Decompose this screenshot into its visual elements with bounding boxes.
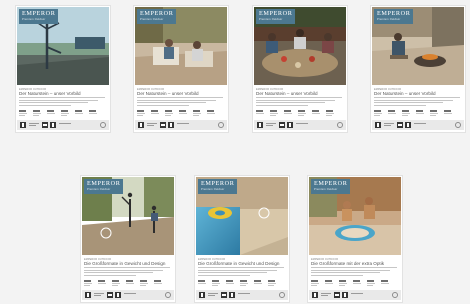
poster-body-copy [19, 97, 105, 107]
poster-headline: Die Großformate in Gewicht und Design [198, 261, 280, 266]
qr-code-icon [405, 121, 411, 128]
poster-card-terrace-family[interactable]: EMPEROR Premium Outdoor EMPEROR OUTDOOR D… [134, 6, 228, 132]
qr-code-icon [229, 291, 235, 298]
poster-spec-table [311, 280, 399, 288]
qr-code-icon [115, 291, 121, 298]
qr-code-icon [42, 121, 48, 128]
poster-body-copy [198, 267, 284, 277]
poster-card-fire-pit[interactable]: EMPEROR Premium Outdoor EMPEROR OUTDOOR D… [371, 6, 465, 132]
poster-footer [135, 120, 227, 130]
poster-footer [254, 120, 346, 130]
qr-code-icon [138, 121, 144, 128]
qr-code-icon [199, 291, 205, 298]
emperor-logo: EMPEROR Premium Outdoor [198, 179, 238, 194]
emperor-logo: EMPEROR Premium Outdoor [84, 179, 124, 194]
poster-card-yoga-pier[interactable]: EMPEROR Premium Outdoor EMPEROR OUTDOOR D… [16, 6, 110, 132]
poster-footer [372, 120, 464, 130]
poster-spec-table [19, 110, 107, 118]
poster-body-copy [137, 97, 223, 107]
emperor-logo: EMPEROR Premium Outdoor [137, 9, 177, 24]
certificate-badge-icon [218, 121, 224, 128]
poster-body-copy [84, 267, 170, 277]
certificate-badge-icon [165, 291, 171, 298]
poster-headline: Die Großformate in Gewicht und Design [84, 261, 166, 266]
qr-code-icon [50, 121, 56, 128]
qr-code-icon [342, 291, 348, 298]
poster-spec-table [256, 110, 344, 118]
poster-body-copy [311, 267, 397, 277]
poster-headline: Der Naturstein – unser Vorbild [374, 91, 436, 96]
poster-spec-table [84, 280, 172, 288]
poster-spec-table [198, 280, 286, 288]
qr-code-icon [397, 121, 403, 128]
qr-code-icon [312, 291, 318, 298]
poster-body-copy [256, 97, 342, 107]
qr-code-icon [160, 121, 166, 128]
poster-headline: Der Naturstein – unser Vorbild [137, 91, 199, 96]
qr-code-icon [334, 291, 340, 298]
poster-headline: Der Naturstein – unser Vorbild [19, 91, 81, 96]
certificate-badge-icon [455, 121, 461, 128]
poster-card-garden-play[interactable]: EMPEROR Premium Outdoor EMPEROR OUTDOOR D… [81, 176, 175, 302]
certificate-badge-icon [337, 121, 343, 128]
poster-body-copy [374, 97, 460, 107]
poster-footer [309, 290, 401, 300]
certificate-badge-icon [100, 121, 106, 128]
poster-footer [196, 290, 288, 300]
qr-code-icon [279, 121, 285, 128]
poster-spec-table [137, 110, 225, 118]
qr-code-icon [20, 121, 26, 128]
poster-card-dinner-table[interactable]: EMPEROR Premium Outdoor EMPEROR OUTDOOR D… [253, 6, 347, 132]
poster-gallery: EMPEROR Premium Outdoor EMPEROR OUTDOOR D… [0, 0, 470, 304]
qr-code-icon [107, 291, 113, 298]
emperor-logo: EMPEROR Premium Outdoor [256, 9, 296, 24]
qr-code-icon [168, 121, 174, 128]
poster-footer [17, 120, 109, 130]
poster-footer [82, 290, 174, 300]
qr-code-icon [257, 121, 263, 128]
poster-spec-table [374, 110, 462, 118]
certificate-badge-icon [279, 291, 285, 298]
qr-code-icon [221, 291, 227, 298]
qr-code-icon [85, 291, 91, 298]
emperor-logo: EMPEROR Premium Outdoor [19, 9, 59, 24]
certificate-badge-icon [392, 291, 398, 298]
qr-code-icon [375, 121, 381, 128]
poster-card-pool-kids[interactable]: EMPEROR Premium Outdoor EMPEROR OUTDOOR D… [308, 176, 402, 302]
qr-code-icon [287, 121, 293, 128]
poster-headline: Der Naturstein – unser Vorbild [256, 91, 318, 96]
poster-card-pool-float[interactable]: EMPEROR Premium Outdoor EMPEROR OUTDOOR D… [195, 176, 289, 302]
emperor-logo: EMPEROR Premium Outdoor [374, 9, 414, 24]
emperor-logo: EMPEROR Premium Outdoor [311, 179, 351, 194]
poster-headline: Die Großformate mit der extra Optik [311, 261, 385, 266]
